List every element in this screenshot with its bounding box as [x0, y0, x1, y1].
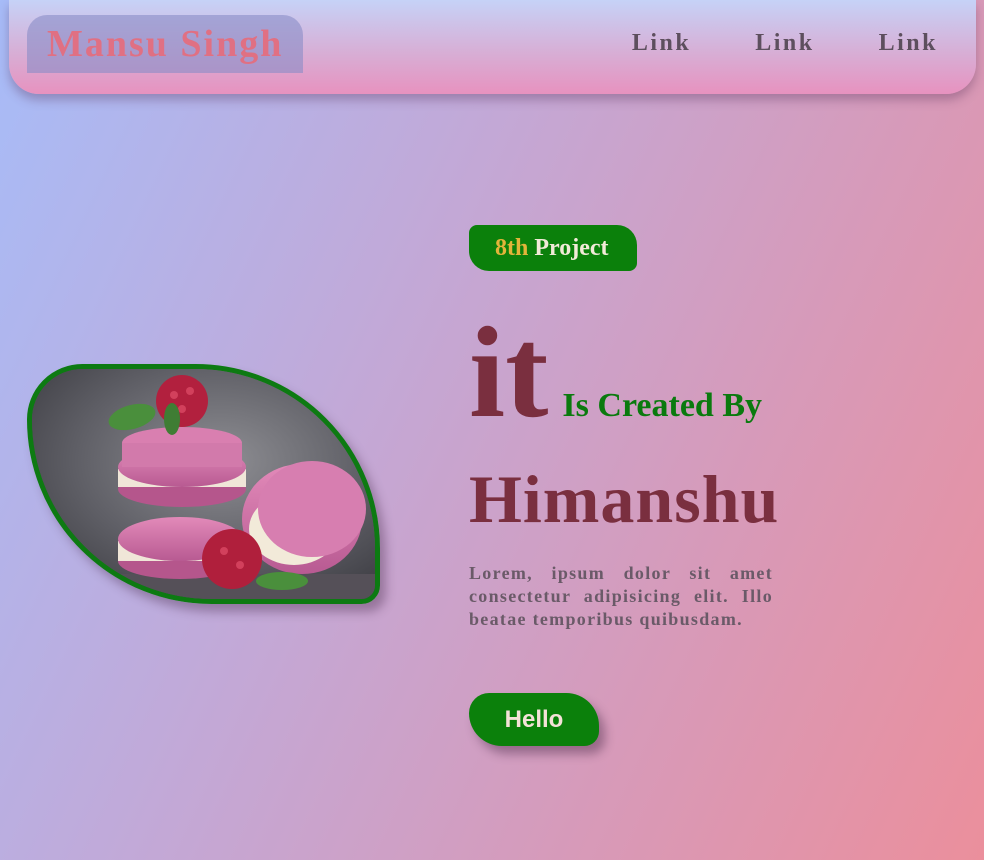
description-paragraph: Lorem, ipsum dolor sit amet consectetur … — [469, 563, 773, 629]
project-badge: 8th Project — [469, 225, 637, 271]
macaron-image — [27, 364, 380, 604]
header-bar: Mansu Singh Link Link Link — [9, 0, 976, 94]
headline: it Is Created By — [469, 308, 762, 438]
big-word: it — [469, 301, 549, 445]
nav-link-2[interactable]: Link — [755, 30, 814, 57]
badge-number: 8th — [495, 235, 529, 261]
nav-menu: Link Link Link — [632, 30, 938, 57]
nav-link-3[interactable]: Link — [879, 30, 938, 57]
created-by-text: Is Created By — [562, 387, 763, 424]
badge-word: Project — [534, 235, 609, 261]
site-logo[interactable]: Mansu Singh — [27, 15, 303, 73]
macaron-illustration — [32, 369, 375, 599]
nav-link-1[interactable]: Link — [632, 30, 691, 57]
author-name: Himanshu — [469, 461, 780, 537]
hello-button[interactable]: Hello — [469, 693, 599, 746]
